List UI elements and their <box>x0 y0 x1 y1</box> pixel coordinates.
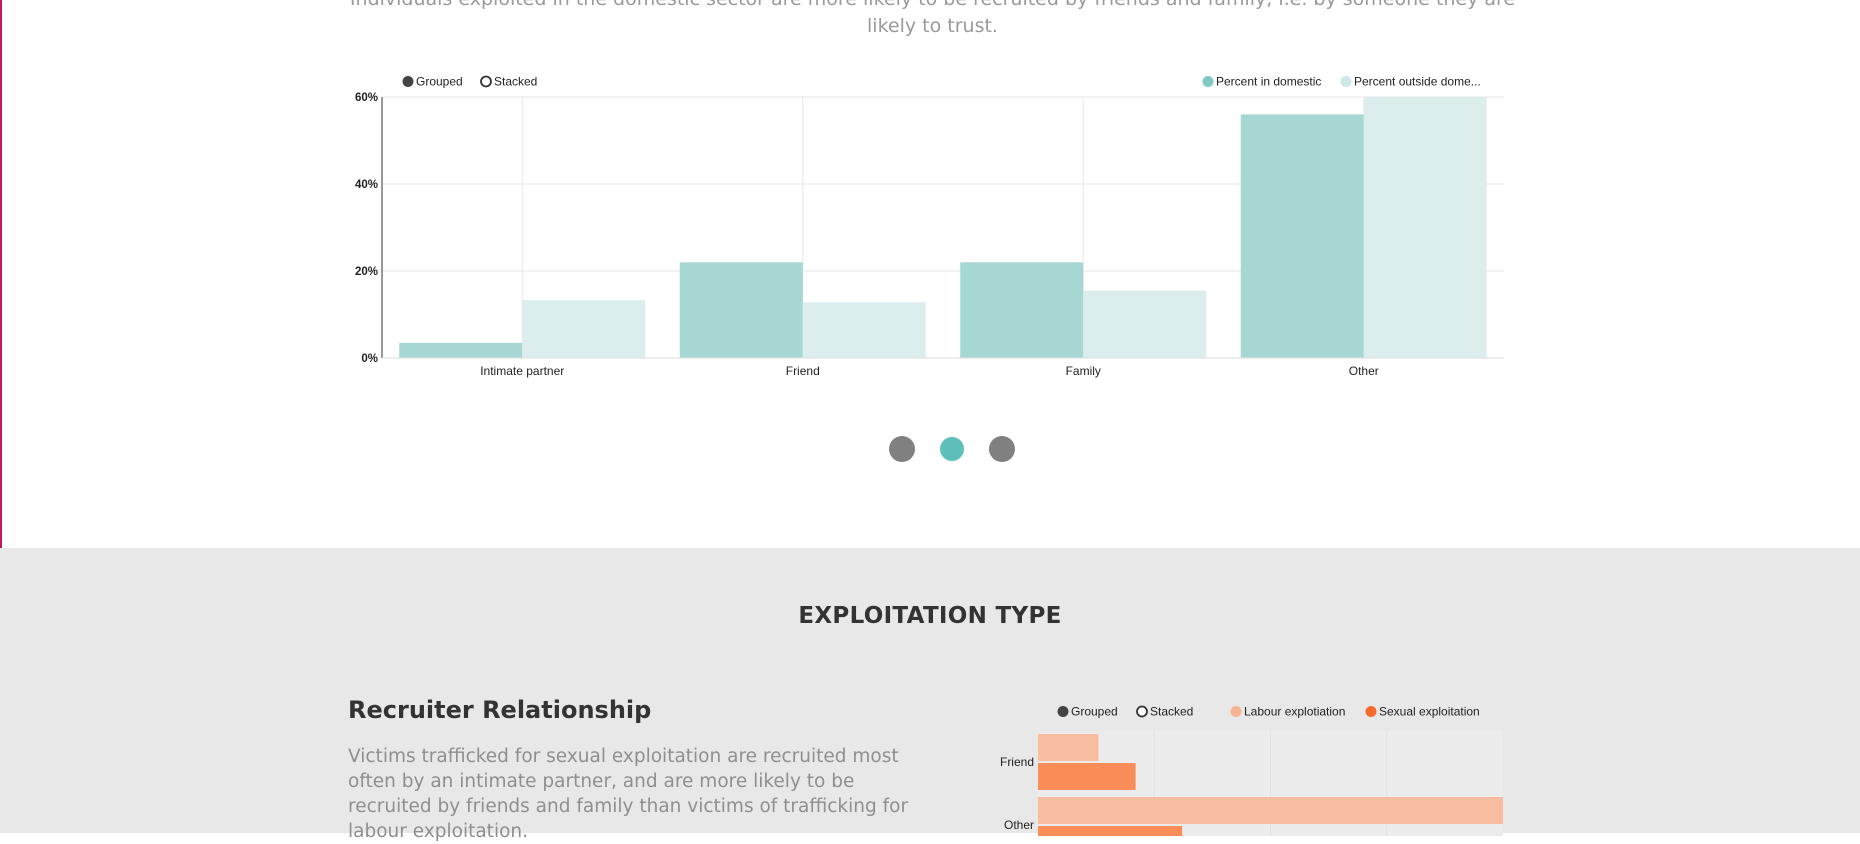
legend-label-outside: Percent outside dome... <box>1354 75 1481 89</box>
bar-sexual-other <box>1038 826 1183 836</box>
x-tick-label-intimate-partner: Intimate partner <box>480 364 564 378</box>
bar-outside-family <box>1083 290 1207 358</box>
legend-swatch-outside <box>1340 76 1352 87</box>
bar-domestic-family <box>960 262 1084 358</box>
bar-outside-intimate-partner <box>522 300 646 358</box>
stacked-radio-label[interactable]: Stacked <box>494 75 537 89</box>
x-tick-label-friend: Friend <box>786 364 820 378</box>
x-tick-label-family: Family <box>1066 364 1101 378</box>
bar-domestic-friend <box>679 262 803 358</box>
y-tick-label: 20% <box>355 266 378 278</box>
recruiter-relationship-heading: Recruiter Relationship <box>348 696 652 724</box>
recruiter-domestic-chart: Grouped Stacked Percent in domestic Percent… <box>355 75 1504 378</box>
bar-outside-friend <box>802 302 926 358</box>
carousel-dot-2[interactable] <box>939 436 965 462</box>
legend-swatch-sexual <box>1365 706 1377 717</box>
carousel-dots <box>889 436 1017 462</box>
y-tick-label-other: Other <box>1004 818 1034 832</box>
stacked-radio[interactable] <box>480 75 492 88</box>
bar-labour-friend <box>1038 734 1099 761</box>
grouped-radio-label[interactable]: Grouped <box>1071 705 1118 719</box>
y-tick-label: 60% <box>355 92 378 104</box>
legend-label-labour: Labour explotiation <box>1244 705 1345 719</box>
legend-label-domestic: Percent in domestic <box>1216 75 1321 89</box>
intro-text: Individuals exploited in the domestic se… <box>350 0 1515 37</box>
bar-sexual-friend <box>1038 763 1136 790</box>
legend-label-sexual: Sexual exploitation <box>1379 705 1480 719</box>
grouped-radio-label[interactable]: Grouped <box>416 75 463 89</box>
section-heading: EXPLOITATION TYPE <box>798 603 1062 629</box>
grouped-radio[interactable] <box>1057 706 1069 717</box>
bar-domestic-intimate-partner <box>399 342 523 358</box>
stacked-radio-label[interactable]: Stacked <box>1150 705 1193 719</box>
bar-outside-other <box>1363 97 1487 358</box>
carousel-dot-3[interactable] <box>989 436 1015 462</box>
legend-swatch-domestic <box>1202 76 1214 87</box>
exploitation-type-section: EXPLOITATION TYPE Recruiter Relationship… <box>0 548 1860 842</box>
stacked-radio[interactable] <box>1136 705 1148 718</box>
grouped-radio[interactable] <box>402 76 414 87</box>
legend-swatch-labour <box>1230 706 1242 717</box>
bar-labour-other <box>1038 797 1503 824</box>
bar-domestic-other <box>1240 114 1364 359</box>
y-tick-label: 40% <box>355 179 378 191</box>
exploitation-type-chart: Grouped Stacked Labour explotiation Sexual … <box>1000 705 1503 836</box>
y-tick-label: 0% <box>361 353 378 365</box>
carousel-dot-1[interactable] <box>889 436 915 462</box>
x-tick-label-other: Other <box>1349 364 1379 378</box>
recruiter-relationship-text: Victims trafficked for sexual exploitati… <box>348 746 909 842</box>
y-tick-label-friend: Friend <box>1000 755 1034 769</box>
